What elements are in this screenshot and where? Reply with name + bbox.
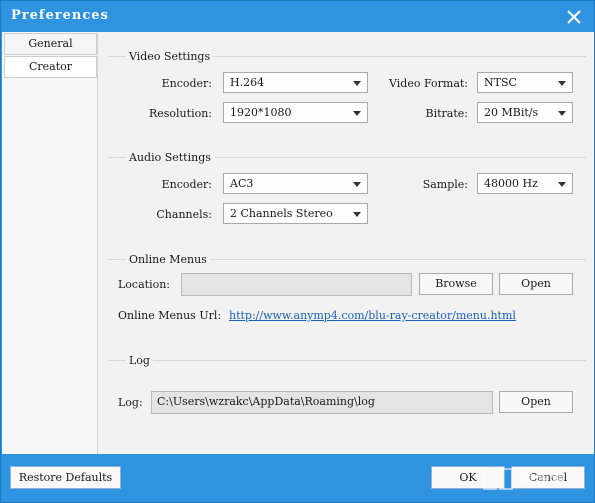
bitrate-label: Bitrate: (425, 107, 468, 120)
chevron-down-icon (353, 111, 361, 116)
chevron-down-icon (353, 182, 361, 187)
log-title: Log (126, 354, 153, 367)
video-format-label: Video Format: (389, 77, 468, 90)
close-button[interactable] (563, 6, 585, 28)
resolution-label: Resolution: (148, 107, 212, 120)
sample-label: Sample: (422, 178, 468, 191)
log-label: Log: (118, 396, 143, 409)
bitrate-select[interactable]: 20 MBit/s (477, 102, 573, 123)
audio-encoder-label: Encoder: (161, 178, 212, 191)
online-menus-url-label: Online Menus Url: (118, 309, 222, 322)
title-bar: Preferences (1, 1, 594, 32)
chevron-down-icon (353, 81, 361, 86)
resolution-select[interactable]: 1920*1080 (223, 102, 368, 123)
section-divider (108, 360, 586, 361)
footer-bar: Restore Defaults OK Cancel (1, 454, 594, 502)
sidebar: General Creator (2, 32, 98, 454)
browse-button[interactable]: Browse (419, 273, 493, 295)
preferences-window: Preferences General Creator Video Settin… (0, 0, 595, 503)
channels-label: Channels: (156, 208, 212, 221)
channels-value: 2 Channels Stereo (230, 207, 333, 220)
audio-encoder-select[interactable]: AC3 (223, 173, 368, 194)
chevron-down-icon (558, 81, 566, 86)
online-menus-title: Online Menus (126, 253, 210, 266)
sidebar-item-label: General (28, 37, 73, 50)
video-format-select[interactable]: NTSC (477, 72, 573, 93)
audio-settings-title: Audio Settings (126, 151, 214, 164)
chevron-down-icon (353, 212, 361, 217)
log-open-button[interactable]: Open (499, 391, 573, 413)
online-menus-url-link[interactable]: http://www.anymp4.com/blu-ray-creator/me… (229, 309, 516, 322)
sidebar-item-general[interactable]: General (4, 33, 97, 55)
video-encoder-value: H.264 (230, 76, 265, 89)
chevron-down-icon (558, 182, 566, 187)
cancel-button[interactable]: Cancel (511, 466, 585, 489)
restore-defaults-button[interactable]: Restore Defaults (10, 466, 121, 489)
channels-select[interactable]: 2 Channels Stereo (223, 203, 368, 224)
location-open-button[interactable]: Open (499, 273, 573, 295)
settings-panel: Video Settings Encoder: H.264 Video Form… (98, 32, 594, 454)
log-path-input[interactable]: C:\Users\wzrakc\AppData\Roaming\log (151, 391, 493, 414)
bitrate-value: 20 MBit/s (484, 106, 539, 119)
sample-select[interactable]: 48000 Hz (477, 173, 573, 194)
audio-encoder-value: AC3 (230, 177, 254, 190)
sidebar-item-creator[interactable]: Creator (4, 56, 97, 78)
video-encoder-select[interactable]: H.264 (223, 72, 368, 93)
video-settings-title: Video Settings (126, 50, 214, 63)
location-input[interactable] (181, 273, 412, 296)
chevron-down-icon (558, 111, 566, 116)
resolution-value: 1920*1080 (230, 106, 292, 119)
sidebar-item-label: Creator (28, 60, 73, 73)
video-encoder-label: Encoder: (161, 77, 212, 90)
location-label: Location: (118, 278, 170, 291)
close-icon (567, 10, 581, 24)
sample-value: 48000 Hz (484, 177, 538, 190)
video-format-value: NTSC (484, 76, 517, 89)
ok-button[interactable]: OK (431, 466, 505, 489)
window-title: Preferences (11, 8, 109, 23)
